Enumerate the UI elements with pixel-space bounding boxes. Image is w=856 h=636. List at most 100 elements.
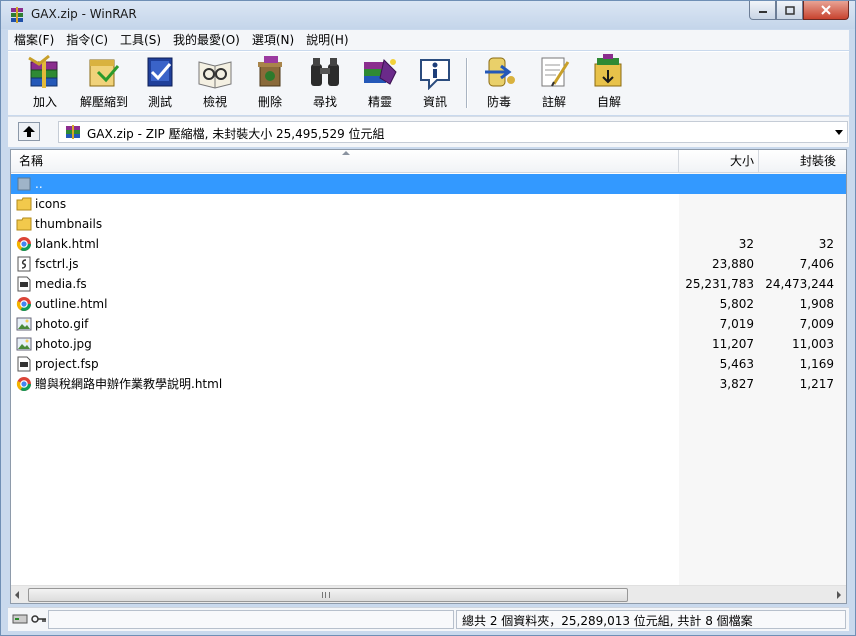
address-bar: GAX.zip - ZIP 壓縮檔, 未封裝大小 25,495,529 位元組 [8, 116, 849, 147]
file-packed-size: 7,406 [799, 257, 834, 271]
delete-icon [258, 56, 282, 87]
archive-icon [66, 125, 80, 139]
file-packed-size: 24,473,244 [765, 277, 834, 291]
maximize-button[interactable] [776, 1, 803, 20]
comment-button[interactable]: 註解 [527, 54, 581, 114]
menu-options[interactable]: 選項(N) [246, 30, 300, 50]
scroll-right-icon[interactable] [837, 591, 841, 599]
wizard-icon [364, 59, 397, 85]
table-row[interactable]: icons [11, 194, 846, 214]
dropdown-arrow-icon[interactable] [835, 130, 843, 135]
chrome-icon [16, 296, 32, 312]
file-name: media.fs [35, 277, 87, 291]
add-button[interactable]: 加入 [18, 54, 72, 114]
view-button[interactable]: 檢視 [188, 54, 242, 114]
menu-file[interactable]: 檔案(F) [8, 30, 60, 50]
column-header-size[interactable]: 大小 [679, 150, 759, 173]
image-icon [16, 336, 32, 352]
info-button[interactable]: 資訊 [408, 54, 462, 114]
file-name: blank.html [35, 237, 100, 251]
menu-commands[interactable]: 指令(C) [60, 30, 114, 50]
table-row[interactable]: media.fs 25,231,783 24,473,244 [11, 274, 846, 294]
table-row[interactable]: .. [11, 174, 846, 194]
file-size: 25,231,783 [685, 277, 754, 291]
file-size: 32 [738, 237, 754, 251]
virus-scan-button[interactable]: 防毒 [472, 54, 526, 114]
test-button[interactable]: 測試 [133, 54, 187, 114]
table-row[interactable]: 贈與稅網路申辦作業教學說明.html 3,827 1,217 [11, 374, 846, 394]
minimize-button[interactable] [749, 1, 776, 20]
wizard-label: 精靈 [367, 95, 392, 109]
binoculars-icon [311, 58, 339, 86]
close-icon [821, 5, 831, 15]
window-title: GAX.zip - WinRAR [31, 7, 137, 21]
info-label: 資訊 [422, 95, 447, 109]
find-button[interactable]: 尋找 [298, 54, 352, 114]
table-row[interactable]: photo.gif 7,019 7,009 [11, 314, 846, 334]
horizontal-scrollbar[interactable] [11, 585, 846, 603]
file-packed-size: 7,009 [799, 317, 834, 331]
file-name: fsctrl.js [35, 257, 79, 271]
sfx-button[interactable]: 自解 [582, 54, 636, 114]
file-name: outline.html [35, 297, 108, 311]
file-size: 5,463 [719, 357, 754, 371]
parent-folder-icon [16, 176, 32, 192]
close-button[interactable] [803, 1, 849, 20]
status-bar: 總共 2 個資料夾，25,289,013 位元組, 共計 8 個檔案 [8, 607, 849, 631]
file-name: thumbnails [35, 217, 103, 231]
menu-tools[interactable]: 工具(S) [114, 30, 167, 50]
test-label: 測試 [147, 95, 172, 109]
table-row[interactable]: fsctrl.js 23,880 7,406 [11, 254, 846, 274]
toolbar-separator [466, 58, 468, 108]
scroll-left-icon[interactable] [15, 591, 19, 599]
file-size: 5,802 [719, 297, 754, 311]
column-header-packed[interactable]: 封裝後 [759, 150, 846, 173]
file-icon [16, 276, 32, 292]
status-left [48, 610, 454, 629]
delete-label: 刪除 [257, 95, 282, 109]
chrome-icon [16, 236, 32, 252]
address-field[interactable]: GAX.zip - ZIP 壓縮檔, 未封裝大小 25,495,529 位元組 [58, 121, 848, 143]
sfx-label: 自解 [596, 95, 621, 109]
status-summary: 總共 2 個資料夾，25,289,013 位元組, 共計 8 個檔案 [462, 614, 753, 628]
sort-ascending-icon [342, 151, 350, 155]
file-name: photo.jpg [35, 337, 92, 351]
file-size: 7,019 [719, 317, 754, 331]
menu-help[interactable]: 說明(H) [300, 30, 354, 50]
minimize-icon [758, 11, 767, 13]
file-packed-size: 11,003 [792, 337, 834, 351]
status-right: 總共 2 個資料夾，25,289,013 位元組, 共計 8 個檔案 [456, 610, 846, 629]
up-folder-button[interactable] [18, 122, 40, 141]
wizard-button[interactable]: 精靈 [353, 54, 407, 114]
table-row[interactable]: outline.html 5,802 1,908 [11, 294, 846, 314]
comment-label: 註解 [541, 95, 566, 109]
menu-favorites[interactable]: 我的最愛(O) [167, 30, 246, 50]
file-size: 23,880 [712, 257, 754, 271]
table-row[interactable]: project.fsp 5,463 1,169 [11, 354, 846, 374]
add-label: 加入 [32, 95, 57, 109]
sfx-icon [594, 54, 622, 87]
file-packed-size: 32 [818, 237, 834, 251]
extract-icon [89, 59, 120, 87]
drive-icon [12, 614, 28, 624]
table-row[interactable]: photo.jpg 11,207 11,003 [11, 334, 846, 354]
title-bar[interactable]: GAX.zip - WinRAR [1, 1, 855, 29]
extract-to-button[interactable]: 解壓縮到 [77, 54, 131, 114]
extract-to-label: 解壓縮到 [79, 95, 128, 109]
file-rows: .. icons thumbnails blank.html 32 32 fsctrl.js… [11, 174, 846, 394]
delete-button[interactable]: 刪除 [243, 54, 297, 114]
books-add-icon [28, 54, 58, 88]
info-icon [420, 59, 450, 90]
menu-bar: 檔案(F) 指令(C) 工具(S) 我的最愛(O) 選項(N) 說明(H) [8, 30, 849, 50]
comment-icon [541, 57, 570, 87]
scrollbar-thumb[interactable] [28, 588, 628, 602]
file-name: project.fsp [35, 357, 99, 371]
file-list[interactable]: 名稱 大小 封裝後 .. icons thumbnails blank.html 32 3… [10, 149, 847, 604]
table-row[interactable]: thumbnails [11, 214, 846, 234]
table-row[interactable]: blank.html 32 32 [11, 234, 846, 254]
find-label: 尋找 [312, 95, 337, 109]
virus-scan-label: 防毒 [486, 95, 511, 109]
file-name: photo.gif [35, 317, 89, 331]
address-text: GAX.zip - ZIP 壓縮檔, 未封裝大小 25,495,529 位元組 [87, 127, 385, 141]
file-packed-size: 1,908 [799, 297, 834, 311]
